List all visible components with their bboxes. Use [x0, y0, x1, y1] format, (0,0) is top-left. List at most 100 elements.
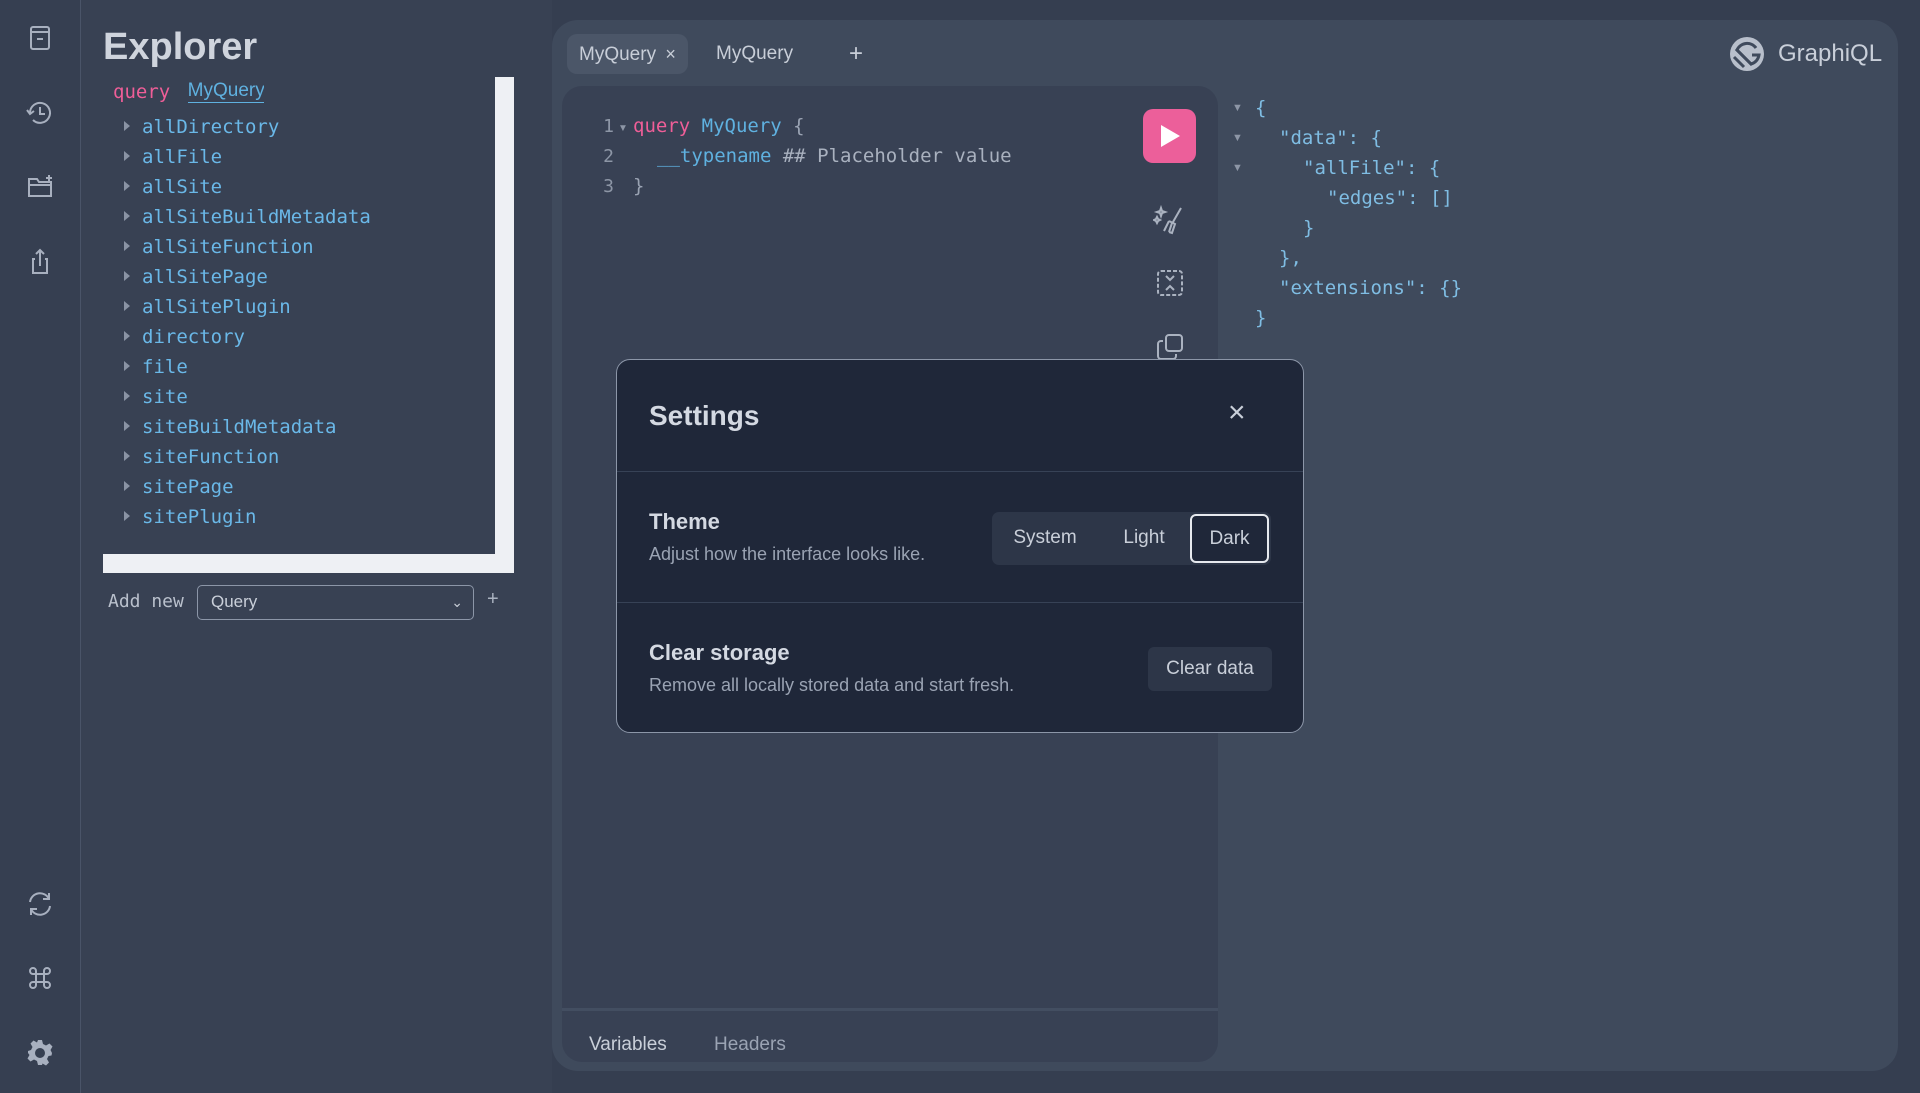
theme-segmented-control: System Light Dark [992, 512, 1271, 565]
field-name: allSitePlugin [142, 296, 291, 318]
refresh-icon[interactable] [24, 888, 56, 920]
copy-icon [1157, 334, 1183, 360]
explorer-field-allSiteBuildMetadata[interactable]: allSiteBuildMetadata [124, 202, 371, 232]
prettify-icon [1153, 204, 1182, 235]
close-dialog-button[interactable]: × [1228, 398, 1246, 428]
expand-arrow-icon[interactable] [124, 360, 130, 371]
explorer-field-allFile[interactable]: allFile [124, 142, 222, 172]
tab-myquery-active[interactable]: MyQuery × [567, 34, 688, 74]
settings-title: Settings [649, 400, 760, 431]
brand-text: GraphiQL [1778, 40, 1883, 67]
code-name: MyQuery [701, 115, 782, 137]
result-line: "allFile": { [1303, 157, 1441, 179]
explorer-field-sitePlugin[interactable]: sitePlugin [124, 502, 256, 532]
explorer-field-site[interactable]: site [124, 382, 188, 412]
code-field: __typename [657, 145, 772, 167]
explorer-field-allDirectory[interactable]: allDirectory [124, 112, 279, 142]
settings-dialog: Settings × Theme Adjust how the interfac… [616, 359, 1304, 733]
expand-arrow-icon[interactable] [124, 480, 130, 491]
explorer-field-allSitePage[interactable]: allSitePage [124, 262, 268, 292]
field-name: siteBuildMetadata [142, 416, 337, 438]
code-keyword: query [633, 115, 691, 137]
add-new-label: Add new [108, 591, 184, 612]
share-icon[interactable] [24, 246, 56, 278]
close-tab-icon[interactable]: × [665, 44, 676, 64]
result-line: "extensions": {} [1279, 277, 1463, 299]
code-comment: ## Placeholder value [771, 145, 1012, 167]
clear-storage-description: Remove all locally stored data and start… [649, 675, 1015, 695]
expand-arrow-icon[interactable] [124, 390, 130, 401]
field-name: allSiteBuildMetadata [142, 206, 371, 228]
expand-arrow-icon[interactable] [124, 270, 130, 281]
explorer-panel: Explorer query MyQuery allDirectory allFi… [81, 0, 552, 1093]
field-name: file [142, 356, 188, 378]
explorer-field-directory[interactable]: directory [124, 322, 245, 352]
fold-arrow-icon[interactable]: ▼ [1232, 95, 1243, 121]
expand-arrow-icon[interactable] [124, 180, 130, 191]
clear-storage-title: Clear storage [649, 640, 790, 665]
tab-myquery[interactable]: MyQuery [704, 34, 805, 74]
sidebar [0, 0, 81, 1093]
field-name: sitePlugin [142, 506, 257, 528]
history-icon[interactable] [24, 97, 56, 129]
code-text: } [633, 175, 645, 197]
theme-option-light[interactable]: Light [1098, 513, 1190, 563]
fold-arrow-icon[interactable]: ▼ [1232, 155, 1243, 181]
explorer-field-allSitePlugin[interactable]: allSitePlugin [124, 292, 291, 322]
run-query-button[interactable] [1143, 109, 1196, 163]
graphiql-logo: GraphiQL [1728, 34, 1882, 74]
explorer-field-allSite[interactable]: allSite [124, 172, 222, 202]
tab-headers[interactable]: Headers [714, 1034, 786, 1056]
fold-arrow-icon[interactable]: ▼ [618, 123, 628, 134]
add-folder-icon[interactable] [24, 171, 56, 203]
result-line: } [1255, 307, 1267, 329]
explorer-field-allSiteFunction[interactable]: allSiteFunction [124, 232, 314, 262]
explorer-field-sitePage[interactable]: sitePage [124, 472, 234, 502]
operation-name-input[interactable]: MyQuery [187, 80, 264, 103]
tab-variables[interactable]: Variables [589, 1034, 667, 1056]
explorer-field-siteFunction[interactable]: siteFunction [124, 442, 279, 472]
tab-label: MyQuery [579, 44, 657, 65]
expand-arrow-icon[interactable] [124, 120, 130, 131]
expand-arrow-icon[interactable] [124, 510, 130, 521]
result-line: { [1255, 97, 1267, 119]
field-name: allFile [142, 146, 223, 168]
merge-icon [1157, 270, 1183, 296]
field-name: siteFunction [142, 446, 280, 468]
result-line: "data": { [1279, 127, 1382, 149]
expand-arrow-icon[interactable] [124, 240, 130, 251]
field-name: allSiteFunction [142, 236, 314, 258]
add-tab-button[interactable]: + [837, 34, 875, 74]
line-number: 3 [603, 176, 614, 197]
expand-arrow-icon[interactable] [124, 150, 130, 161]
settings-gear-icon[interactable] [24, 1037, 56, 1069]
command-icon[interactable] [24, 962, 56, 994]
field-name: directory [142, 326, 245, 348]
expand-arrow-icon[interactable] [124, 420, 130, 431]
explorer-title: Explorer [103, 26, 258, 68]
play-icon [1160, 125, 1180, 147]
explorer-field-siteBuildMetadata[interactable]: siteBuildMetadata [124, 412, 336, 442]
expand-arrow-icon[interactable] [124, 210, 130, 221]
add-new-select[interactable]: Query ⌄ [197, 585, 474, 620]
theme-option-system[interactable]: System [992, 513, 1098, 563]
scrollbar-horizontal[interactable] [103, 554, 514, 573]
field-name: allSitePage [142, 266, 268, 288]
add-operation-button[interactable]: + [487, 588, 499, 611]
expand-arrow-icon[interactable] [124, 330, 130, 341]
expand-arrow-icon[interactable] [124, 450, 130, 461]
scrollbar-vertical[interactable] [495, 77, 514, 573]
merge-fragments-button[interactable] [1146, 259, 1194, 307]
docs-icon[interactable] [24, 22, 56, 54]
divider [617, 602, 1303, 603]
prettify-button[interactable] [1146, 196, 1194, 244]
fold-arrow-icon[interactable]: ▼ [1232, 125, 1243, 151]
gatsby-logo-icon [1730, 37, 1764, 71]
clear-data-button[interactable]: Clear data [1148, 647, 1272, 691]
theme-option-dark[interactable]: Dark [1190, 514, 1269, 563]
explorer-field-file[interactable]: file [124, 352, 188, 382]
expand-arrow-icon[interactable] [124, 300, 130, 311]
result-line: }, [1279, 247, 1302, 269]
field-name: sitePage [142, 476, 234, 498]
result-line: } [1303, 217, 1315, 239]
